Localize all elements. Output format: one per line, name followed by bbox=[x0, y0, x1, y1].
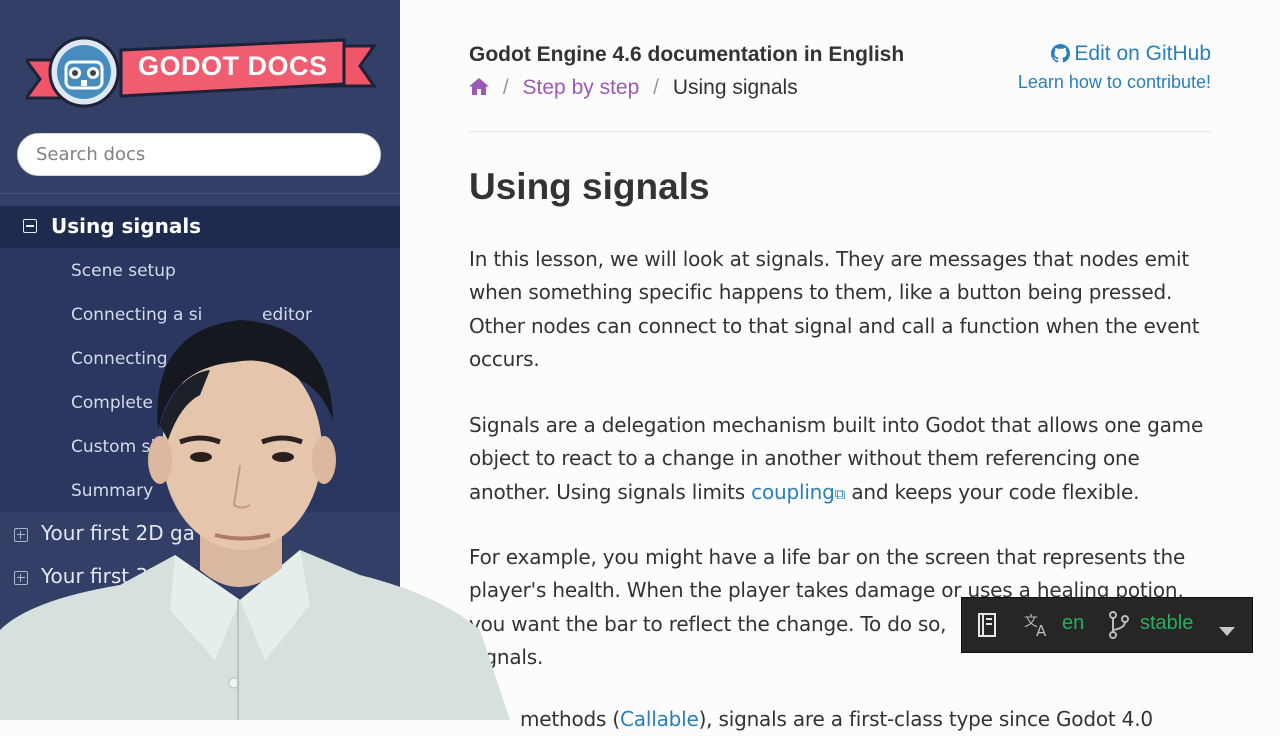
breadcrumb-separator: / bbox=[653, 76, 659, 99]
sidebar-item-label: Using signals bbox=[51, 214, 202, 238]
paragraph-delegation: Signals are a delegation mechanism built… bbox=[469, 413, 1204, 504]
svg-text:A: A bbox=[1036, 622, 1047, 638]
paragraph-intro: In this lesson, we will look at signals.… bbox=[469, 247, 1200, 371]
language-value[interactable]: en bbox=[1062, 612, 1084, 635]
divider bbox=[0, 193, 400, 194]
page-title: Using signals bbox=[469, 166, 710, 207]
callable-link[interactable]: Callable bbox=[620, 707, 699, 731]
book-icon bbox=[977, 612, 997, 642]
version-switcher[interactable]: 文A en stable bbox=[961, 597, 1253, 653]
branch-icon bbox=[1108, 611, 1130, 643]
search-input[interactable] bbox=[17, 133, 381, 176]
breadcrumb-step-by-step[interactable]: Step by step bbox=[523, 76, 640, 99]
edit-on-github-link[interactable]: Edit on GitHub bbox=[1051, 42, 1211, 66]
presenter-webcam-overlay bbox=[0, 300, 510, 720]
breadcrumb: / Step by step / Using signals bbox=[469, 76, 798, 100]
caret-down-icon[interactable] bbox=[1219, 622, 1235, 641]
contribute-link[interactable]: Learn how to contribute! bbox=[1018, 72, 1211, 93]
edit-link-label: Edit on GitHub bbox=[1074, 42, 1211, 65]
github-icon bbox=[1051, 44, 1071, 63]
sidebar-item-using-signals[interactable]: Using signals bbox=[0, 206, 400, 248]
coupling-link[interactable]: coupling bbox=[751, 480, 835, 504]
godot-docs-logo[interactable]: GODOT DOCS bbox=[23, 36, 377, 112]
breadcrumb-separator: / bbox=[502, 76, 509, 99]
external-link-icon: ⧉ bbox=[834, 484, 846, 503]
subnav-item-scene-setup[interactable]: Scene setup bbox=[71, 261, 176, 281]
doc-title[interactable]: Godot Engine 4.6 documentation in Englis… bbox=[469, 43, 904, 67]
logo-text: GODOT DOCS bbox=[138, 51, 328, 81]
translate-icon: 文A bbox=[1024, 612, 1052, 642]
collapse-icon[interactable] bbox=[23, 219, 37, 233]
breadcrumb-current: Using signals bbox=[672, 76, 798, 99]
header-divider bbox=[469, 131, 1211, 132]
home-icon[interactable] bbox=[469, 76, 495, 99]
branch-value[interactable]: stable bbox=[1140, 612, 1193, 635]
